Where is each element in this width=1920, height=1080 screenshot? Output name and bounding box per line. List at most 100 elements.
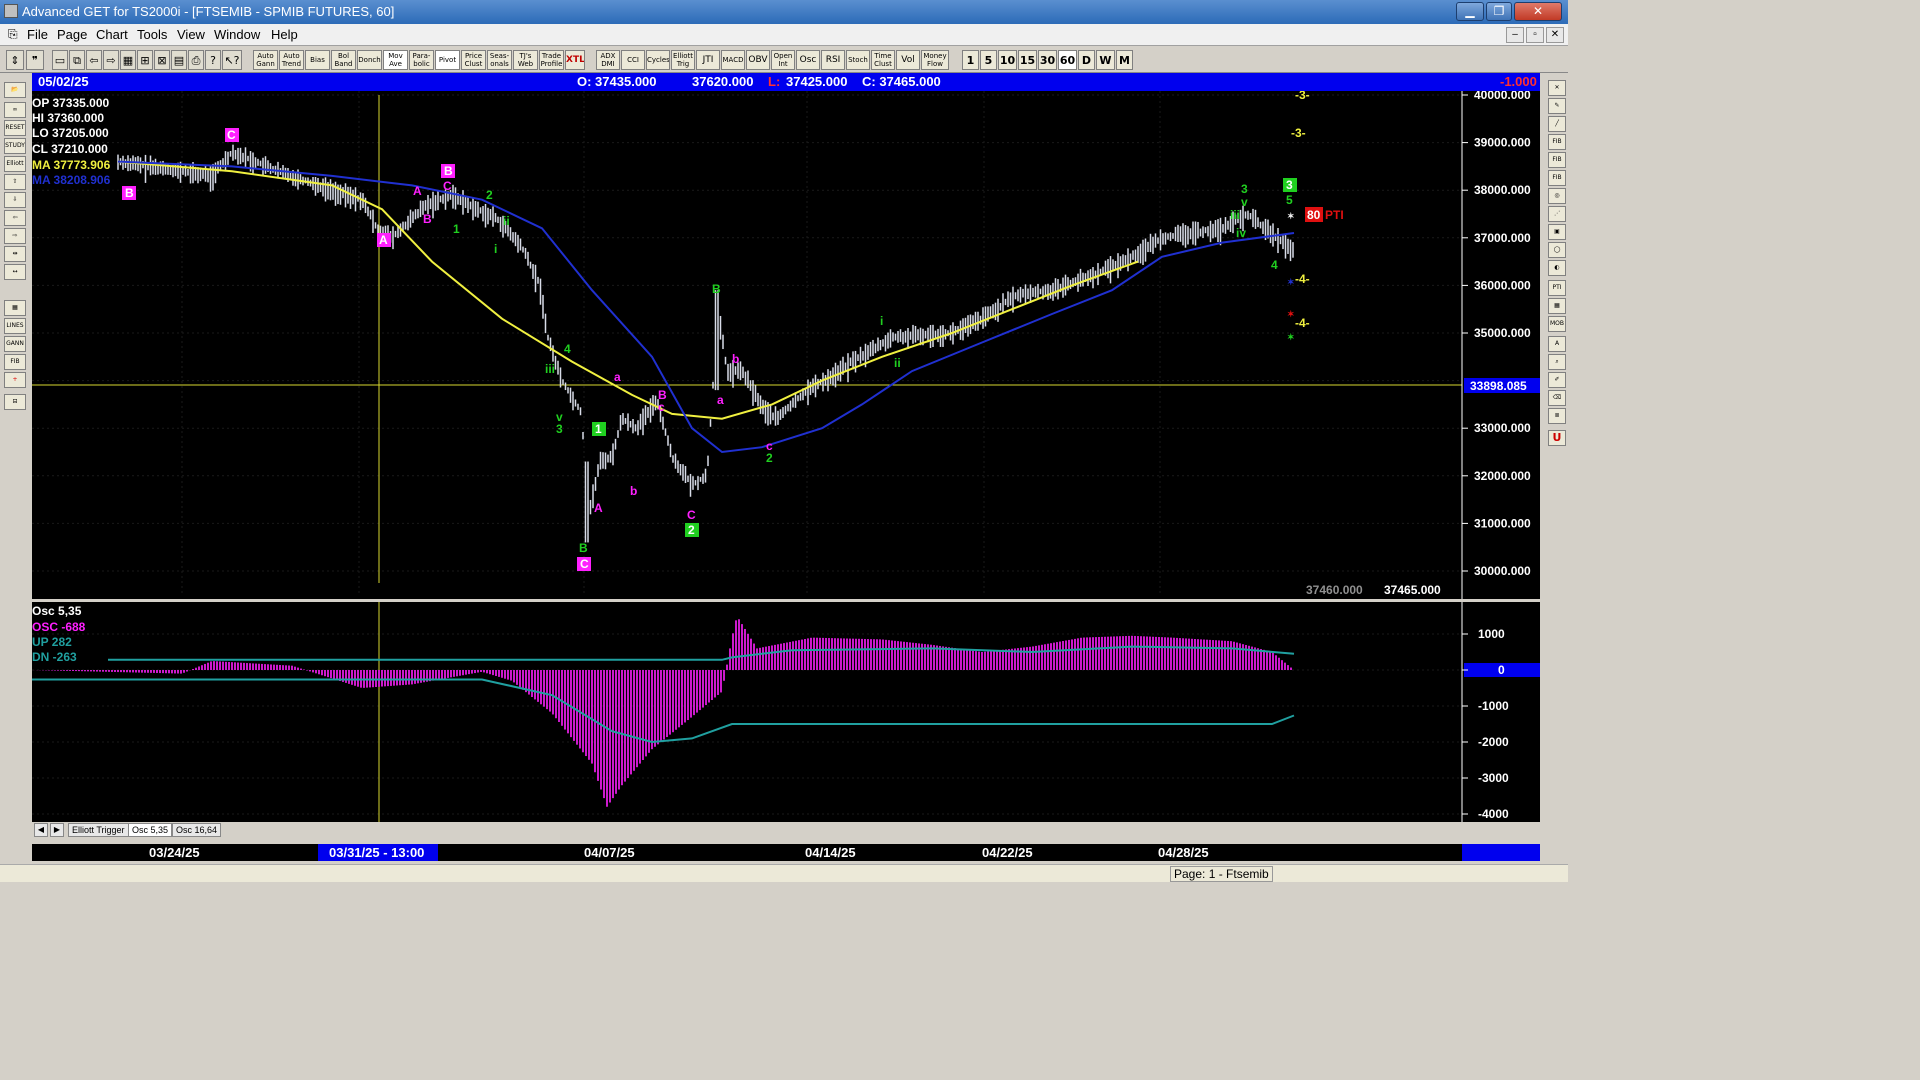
quote-icon[interactable]: ❞ bbox=[26, 50, 44, 70]
study-tjs-web[interactable]: TJ's Web bbox=[513, 50, 538, 70]
price-chart-panel[interactable]: C B B C A B A 2 1 ii i 4 iii v 3 1 a B c… bbox=[32, 88, 1540, 599]
study-cci[interactable]: CCI bbox=[621, 50, 645, 70]
study-xtl[interactable]: XTL bbox=[565, 50, 585, 70]
scroll-left-icon[interactable]: ⇦ bbox=[4, 210, 26, 226]
layout-icon[interactable]: ▤ bbox=[171, 50, 187, 70]
study-price-clust[interactable]: Price Clust bbox=[461, 50, 486, 70]
tab-prev-icon[interactable]: ◀ bbox=[34, 823, 48, 837]
interval-15[interactable]: 15 bbox=[1018, 50, 1037, 70]
mob-button[interactable]: MOB bbox=[1548, 316, 1566, 332]
app-icon[interactable] bbox=[4, 4, 18, 18]
scroll-down-icon[interactable]: ⇩ bbox=[4, 192, 26, 208]
maximize-button[interactable]: ❐ bbox=[1486, 2, 1512, 21]
study-jti[interactable]: JTI bbox=[696, 50, 720, 70]
study-parabolic[interactable]: Para-bolic bbox=[409, 50, 434, 70]
copy-icon[interactable]: ⧉ bbox=[69, 50, 85, 70]
interval-5[interactable]: 5 bbox=[980, 50, 997, 70]
study-stoch[interactable]: Stoch bbox=[846, 50, 870, 70]
mdi-minimize-button[interactable]: – bbox=[1506, 27, 1524, 43]
mdi-restore-button[interactable]: ▫ bbox=[1526, 27, 1544, 43]
study-macd[interactable]: MACD bbox=[721, 50, 745, 70]
study-button[interactable]: STUDY bbox=[4, 138, 26, 154]
study-osc[interactable]: Osc bbox=[796, 50, 820, 70]
study-time-clust[interactable]: Time Clust bbox=[871, 50, 895, 70]
text-tool-icon[interactable]: A bbox=[1548, 336, 1566, 352]
menu-help[interactable]: Help bbox=[271, 27, 298, 42]
study-vol[interactable]: Vol bbox=[896, 50, 920, 70]
study-seasonals[interactable]: Seas-onals bbox=[487, 50, 512, 70]
print-icon[interactable]: ⎙ bbox=[188, 50, 204, 70]
oscillator-panel[interactable]: Osc 5,35 OSC -688 UP 282 DN -263 1000 0 -1… bbox=[32, 602, 1540, 822]
open-icon[interactable]: 📂 bbox=[4, 82, 26, 98]
menu-tools[interactable]: Tools bbox=[137, 27, 167, 42]
study-money-flow[interactable]: Money Flow bbox=[921, 50, 949, 70]
study-bol-band[interactable]: Bol Band bbox=[331, 50, 356, 70]
menu-page[interactable]: Page bbox=[57, 27, 87, 42]
delete-icon[interactable]: ⊠ bbox=[154, 50, 170, 70]
table-icon[interactable]: ▦ bbox=[1548, 298, 1566, 314]
reset-button[interactable]: RESET bbox=[4, 120, 26, 136]
fib-time-button[interactable]: FIB bbox=[1548, 170, 1566, 186]
tab-osc-16-64[interactable]: Osc 16,64 bbox=[172, 823, 222, 837]
study-bias[interactable]: Bias bbox=[305, 50, 330, 70]
study-trade-profile[interactable]: Trade Profile bbox=[539, 50, 564, 70]
undo-icon[interactable]: U bbox=[1548, 430, 1566, 446]
study-pivot[interactable]: Pivot bbox=[435, 50, 460, 70]
ellipse-icon[interactable]: ◯ bbox=[1548, 242, 1566, 258]
mdi-close-button[interactable]: ✕ bbox=[1546, 27, 1564, 43]
lines-button[interactable]: LINES bbox=[4, 318, 26, 334]
list-icon[interactable]: ≣ bbox=[1548, 408, 1566, 424]
price-chart[interactable]: C B B C A B A 2 1 ii i 4 iii v 3 1 a B c… bbox=[32, 88, 1540, 599]
pencil-icon[interactable]: ✎ bbox=[1548, 98, 1566, 114]
binoculars-icon[interactable]: ∞ bbox=[4, 102, 26, 118]
eraser-icon[interactable]: ⌫ bbox=[1548, 390, 1566, 406]
menu-chart[interactable]: Chart bbox=[96, 27, 128, 42]
grid-tool-icon[interactable]: ▦ bbox=[4, 300, 26, 316]
study-rsi[interactable]: RSI bbox=[821, 50, 845, 70]
expand-icon[interactable]: ↔ bbox=[4, 264, 26, 280]
study-adx-dmi[interactable]: ADX DMI bbox=[596, 50, 620, 70]
fib-ext-button[interactable]: FIB bbox=[1548, 152, 1566, 168]
study-donch[interactable]: Donch bbox=[357, 50, 382, 70]
crosshair-icon[interactable]: + bbox=[4, 372, 26, 388]
tab-elliott-trigger[interactable]: Elliott Trigger bbox=[68, 823, 129, 837]
scroll-up-icon[interactable]: ⇧ bbox=[4, 174, 26, 190]
study-elliott-trig[interactable]: Elliott Trig bbox=[671, 50, 695, 70]
close-button[interactable]: ✕ bbox=[1514, 2, 1562, 21]
interval-1[interactable]: 1 bbox=[962, 50, 979, 70]
fib-button[interactable]: FIB bbox=[4, 354, 26, 370]
interval-monthly[interactable]: M bbox=[1116, 50, 1133, 70]
interval-30[interactable]: 30 bbox=[1038, 50, 1057, 70]
interval-60[interactable]: 60 bbox=[1058, 50, 1077, 70]
help-icon[interactable]: ? bbox=[205, 50, 221, 70]
back-icon[interactable]: ⇦ bbox=[86, 50, 102, 70]
elliott-button[interactable]: Elliott bbox=[4, 156, 26, 172]
menu-file[interactable]: File bbox=[27, 27, 48, 42]
zoom-icon[interactable]: ⌕ bbox=[1548, 354, 1566, 370]
pti-button[interactable]: PTI bbox=[1548, 280, 1566, 296]
highlight-icon[interactable]: ✐ bbox=[1548, 372, 1566, 388]
chart-window-icon[interactable]: ▦ bbox=[120, 50, 136, 70]
menu-window[interactable]: Window bbox=[214, 27, 260, 42]
close-drawing-icon[interactable]: ✕ bbox=[1548, 80, 1566, 96]
study-cycles[interactable]: Cycles bbox=[646, 50, 670, 70]
fan-icon[interactable]: ⋰ bbox=[1548, 206, 1566, 222]
interval-weekly[interactable]: W bbox=[1096, 50, 1115, 70]
context-help-icon[interactable]: ↖? bbox=[222, 50, 242, 70]
box-icon[interactable]: ▣ bbox=[1548, 224, 1566, 240]
tab-osc-5-35[interactable]: Osc 5,35 bbox=[128, 823, 173, 837]
study-auto-gann[interactable]: Auto Gann bbox=[253, 50, 278, 70]
fib-ret-button[interactable]: FIB bbox=[1548, 134, 1566, 150]
scroll-right-icon[interactable]: ⇨ bbox=[4, 228, 26, 244]
forward-icon[interactable]: ⇨ bbox=[103, 50, 119, 70]
minimize-button[interactable]: ▁ bbox=[1456, 2, 1484, 21]
interval-10[interactable]: 10 bbox=[998, 50, 1017, 70]
grid-icon[interactable]: ⊞ bbox=[137, 50, 153, 70]
elps-icon[interactable]: ◐ bbox=[1548, 260, 1566, 276]
toolbox-icon[interactable]: ⊟ bbox=[4, 394, 26, 410]
compress-icon[interactable]: ⇹ bbox=[4, 246, 26, 262]
cursor-icon[interactable]: ⇕ bbox=[6, 50, 24, 70]
new-page-icon[interactable]: ▭ bbox=[52, 50, 68, 70]
menu-view[interactable]: View bbox=[177, 27, 205, 42]
study-mov-ave[interactable]: Mov Ave bbox=[383, 50, 408, 70]
